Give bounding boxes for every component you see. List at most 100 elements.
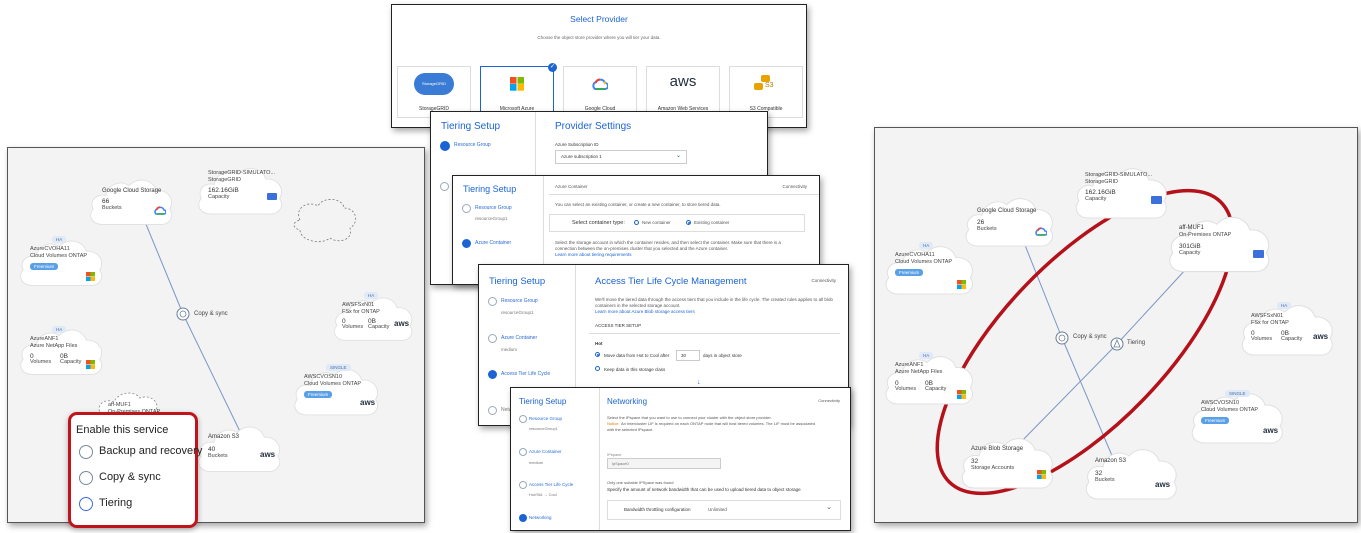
node-title: StorageGRID-SIMULATO... xyxy=(1085,172,1153,178)
right-amazon-s3-node[interactable]: Amazon S3 32 Buckets aws xyxy=(1081,440,1181,506)
left-storagegrid-node[interactable]: StorageGRID-SIMULATO... StorageGRID 162.… xyxy=(194,160,286,220)
node-subtitle: On-Premises ONTAP xyxy=(1179,232,1232,238)
right-onprem-ontap-node[interactable]: aff-MUF1 On-Premises ONTAP 301GiB Capaci… xyxy=(1163,210,1275,276)
step-indicator-active xyxy=(440,141,450,151)
step-indicator-done xyxy=(488,297,497,306)
node-unit-volumes: Volumes xyxy=(1251,336,1273,342)
step-resource-group[interactable]: Resource Group xyxy=(529,416,562,421)
step-azure-container-value: medium xyxy=(529,460,544,465)
step-azure-container[interactable]: Azure Container xyxy=(529,449,562,454)
step-access-tier[interactable]: Access Tier Life Cycle xyxy=(529,482,573,487)
existing-container-radio[interactable] xyxy=(686,220,691,225)
right-aws-cvo-single-node[interactable]: SINGLE AWSCVOSN10 Cloud Volumes ONTAP Fr… xyxy=(1187,384,1287,450)
existing-container-label: Existing container xyxy=(694,220,730,225)
node-title: AWSCVOSN10 xyxy=(1201,400,1240,406)
ha-tag: HA xyxy=(1277,302,1292,309)
step-resource-group[interactable]: Resource Group xyxy=(501,298,538,304)
new-container-radio[interactable] xyxy=(634,220,639,225)
microsoft-icon xyxy=(86,360,95,369)
right-azure-blob-node[interactable]: Azure Blob Storage 32 Storage Accounts xyxy=(957,430,1057,494)
aws-icon: aws xyxy=(260,450,276,459)
divider xyxy=(589,333,840,334)
step-azure-container-value: medium xyxy=(501,347,518,352)
left-azure-cvo-ha-node[interactable]: HA AzureCVOHA11 Cloud Volumes ONTAP Free… xyxy=(16,230,106,294)
step-azure-container[interactable]: Azure Container xyxy=(475,240,511,246)
access-tier-link[interactable]: Learn more about Azure Blob storage acce… xyxy=(595,309,695,314)
step-indicator xyxy=(440,182,449,191)
tiering-setup-networking: Tiering Setup Resource Group resourceGro… xyxy=(510,387,851,531)
node-value: 162.16GiB xyxy=(208,187,239,194)
node-title: AzureCVOHA11 xyxy=(30,246,70,252)
right-copy-sync-label: Copy & sync xyxy=(1073,334,1107,340)
s3-logo-text: S3 xyxy=(765,82,774,89)
step-indicator-done xyxy=(519,415,527,423)
step-indicator-active xyxy=(488,370,497,379)
left-amazon-s3-node[interactable]: Amazon S3 40 Buckets aws xyxy=(194,418,284,478)
bandwidth-config-row[interactable]: Bandwidth throttling configuration Unlim… xyxy=(607,500,841,520)
tiering-setup-title: Tiering Setup xyxy=(519,397,567,406)
left-aws-cvo-single-node[interactable]: SINGLE AWSCVOSN10 Cloud Volumes ONTAP Fr… xyxy=(290,360,382,422)
node-value: 66 xyxy=(102,198,110,205)
access-tier-heading: Access Tier Life Cycle Management xyxy=(595,276,747,287)
node-value: 32 xyxy=(1095,470,1103,477)
right-azure-cvo-ha-node[interactable]: HA AzureCVOHA11 Cloud Volumes ONTAP Free… xyxy=(881,236,977,302)
aws-icon: aws xyxy=(360,398,376,407)
step-indicator-active xyxy=(462,239,471,248)
move-data-radio[interactable] xyxy=(595,352,600,357)
connectivity-link[interactable]: Connectivity xyxy=(811,278,836,283)
subscription-select[interactable]: Azure subscription 1 ⌄ xyxy=(555,150,687,164)
container-type-box: Select container type: New container Exi… xyxy=(549,214,805,232)
step-networking[interactable]: Networking xyxy=(529,515,552,520)
step-resource-group[interactable]: Resource Group xyxy=(475,205,512,211)
connectivity-link[interactable]: Connectivity xyxy=(818,398,840,403)
node-title: AWSFSxN01 xyxy=(342,302,375,308)
node-subtitle: StorageGRID xyxy=(1085,179,1119,185)
step-indicator-done xyxy=(519,481,527,489)
tiering-item[interactable]: Tiering xyxy=(71,493,195,515)
connectivity-link[interactable]: Connectivity xyxy=(782,184,807,189)
right-aws-fsx-node[interactable]: HA AWSFSxN01 FSx for ONTAP 0 Volumes 0B … xyxy=(1237,296,1337,362)
container-note-2: connection between the on-premises clust… xyxy=(555,246,729,251)
left-azure-anf-node[interactable]: HA AzureANF1 Azure NetApp Files 0 Volume… xyxy=(16,320,106,382)
tiering-requirements-link[interactable]: Learn more about tiering requirements xyxy=(555,252,632,257)
node-unit: Buckets xyxy=(977,226,997,232)
left-aws-fsx-node[interactable]: HA AWSFSxN01 FSx for ONTAP 0 Volumes 0B … xyxy=(330,288,416,348)
microsoft-icon xyxy=(957,390,966,399)
node-value: 162.16GiB xyxy=(1085,189,1116,196)
ipspace-value: ipSpace0 xyxy=(612,461,629,466)
left-copy-sync-label: Copy & sync xyxy=(194,311,228,317)
node-subtitle: Azure NetApp Files xyxy=(30,343,78,349)
right-storagegrid-node[interactable]: StorageGRID-SIMULATO... StorageGRID 162.… xyxy=(1071,160,1171,224)
right-azure-anf-node[interactable]: HA AzureANF1 Azure NetApp Files 0 Volume… xyxy=(881,346,977,412)
node-title: AzureANF1 xyxy=(895,362,924,368)
node-title: aff-MUF1 xyxy=(108,402,131,408)
node-value: 40 xyxy=(208,446,216,453)
node-value: 26 xyxy=(977,219,985,226)
subscription-value: Azure subscription 1 xyxy=(561,154,602,159)
access-tier-desc-2: containers in the selected storage accou… xyxy=(595,303,681,308)
left-gcs-node[interactable]: Google Cloud Storage 66 Buckets xyxy=(86,172,176,230)
ha-tag: HA xyxy=(919,242,934,249)
node-title: AWSFSxN01 xyxy=(1251,313,1284,319)
step-access-tier[interactable]: Access Tier Life Cycle xyxy=(501,371,550,377)
move-days-value: 30 xyxy=(681,353,687,358)
move-days-input[interactable]: 30 xyxy=(676,350,700,361)
node-unit-capacity: Capacity xyxy=(1281,336,1303,342)
backup-recovery-item[interactable]: Backup and recovery xyxy=(71,441,202,463)
step-resource-group[interactable]: Resource Group xyxy=(454,142,491,148)
keep-data-radio[interactable] xyxy=(595,366,600,371)
node-subtitle: Azure NetApp Files xyxy=(895,369,943,375)
container-description: You can select an existing container, or… xyxy=(555,202,721,207)
ipspace-field[interactable]: ipSpace0 xyxy=(607,458,721,469)
node-subtitle: Cloud Volumes ONTAP xyxy=(895,259,953,265)
enable-service-menu: Enable this service Backup and recovery … xyxy=(68,412,202,528)
freemium-badge: Freemium xyxy=(895,269,924,276)
node-subtitle: FSx for ONTAP xyxy=(342,309,380,315)
step-indicator xyxy=(488,406,497,415)
node-unit-volumes: Volumes xyxy=(895,386,917,392)
node-value: 301GiB xyxy=(1179,243,1201,250)
section-title: Azure Container xyxy=(555,184,588,189)
copy-sync-item[interactable]: Copy & sync xyxy=(71,467,195,489)
node-title: Google Cloud Storage xyxy=(977,208,1037,214)
step-azure-container[interactable]: Azure Container xyxy=(501,335,537,341)
